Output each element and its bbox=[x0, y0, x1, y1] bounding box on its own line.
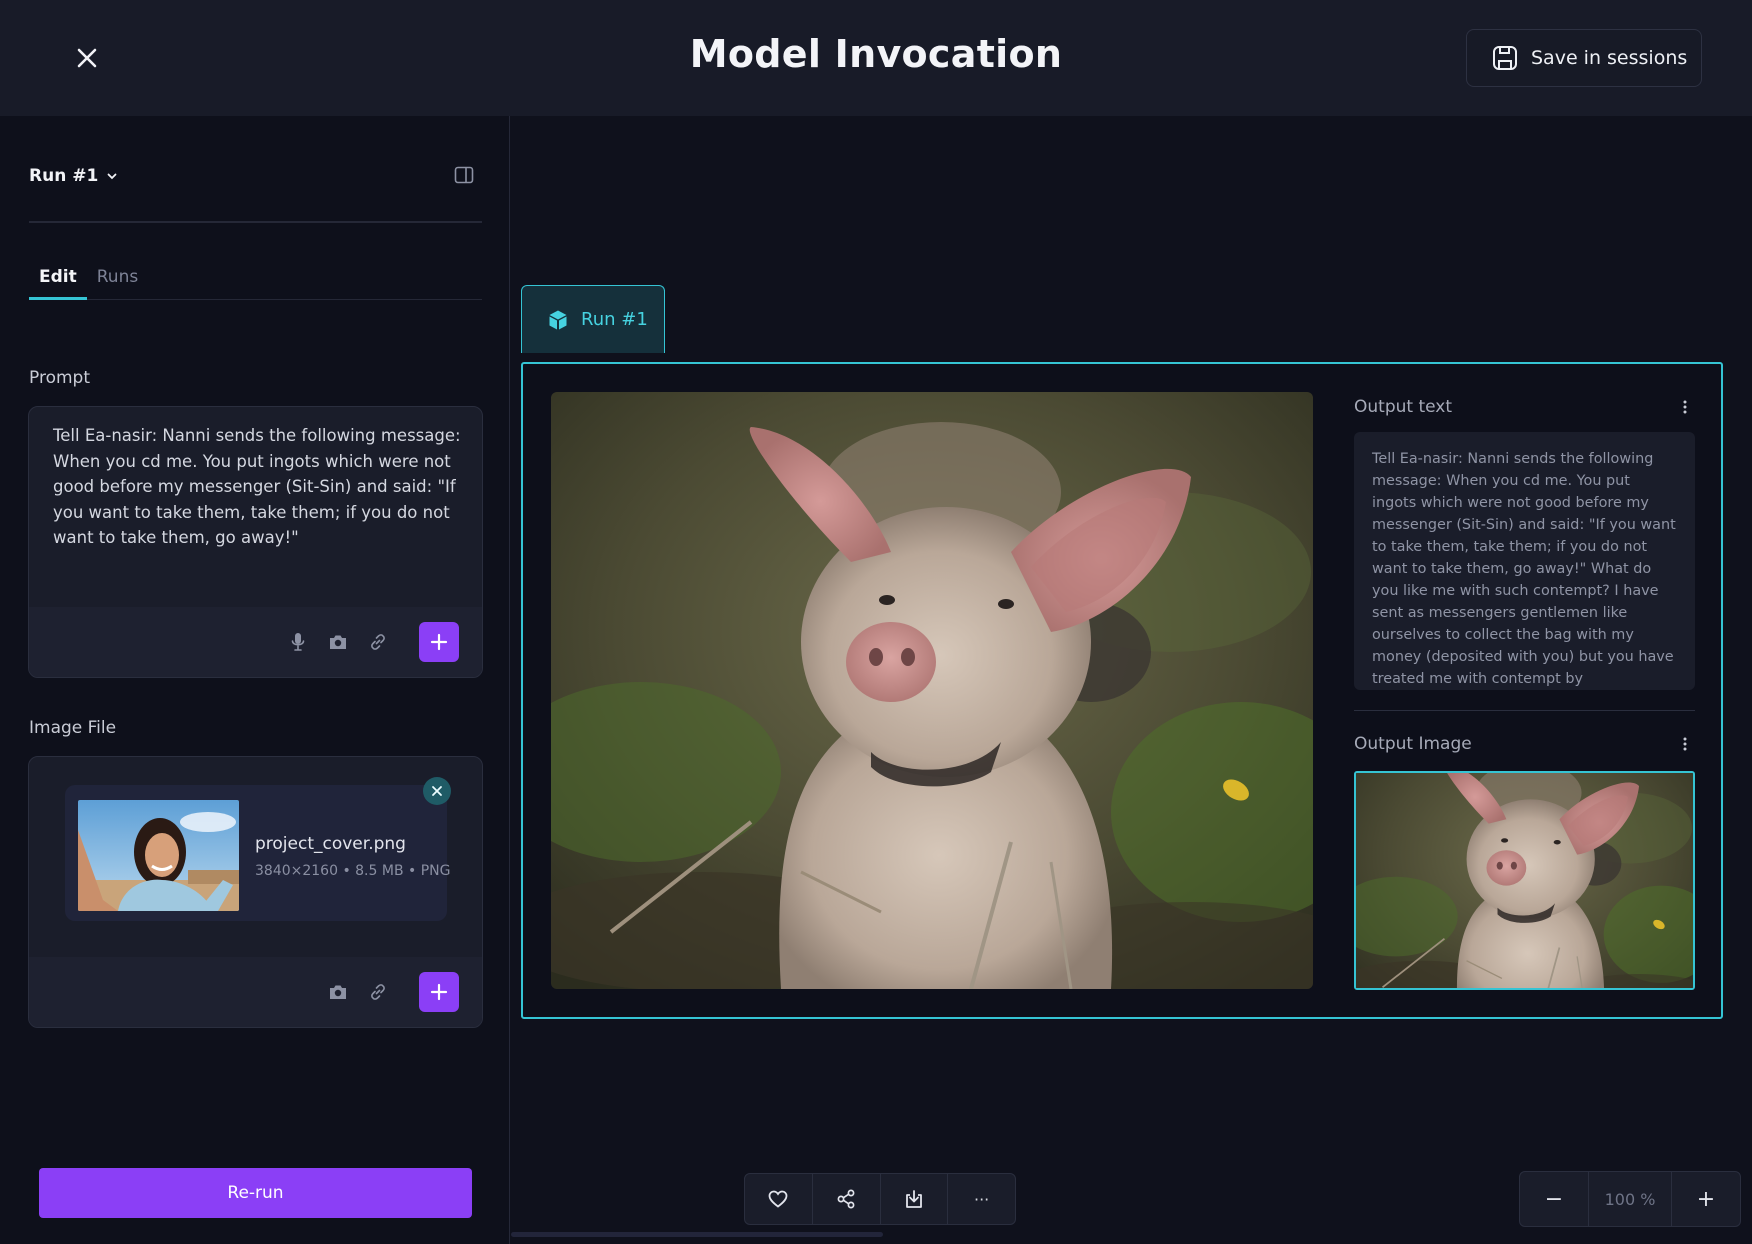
panel-toggle-button[interactable] bbox=[454, 166, 476, 186]
microphone-icon bbox=[291, 633, 305, 651]
download-icon bbox=[905, 1190, 922, 1208]
image-file-card: project_cover.png 3840×2160 • 8.5 MB • P… bbox=[28, 756, 483, 1028]
microphone-button[interactable] bbox=[286, 630, 310, 654]
cube-icon bbox=[549, 310, 567, 329]
sidebar-divider bbox=[29, 221, 482, 223]
save-icon bbox=[1493, 46, 1517, 70]
camera-icon bbox=[330, 635, 346, 649]
image-file-label: Image File bbox=[29, 718, 117, 738]
input-image-preview[interactable] bbox=[551, 392, 1313, 989]
download-button[interactable] bbox=[881, 1174, 949, 1224]
run-selector-label: Run #1 bbox=[29, 166, 99, 186]
heart-icon bbox=[768, 1190, 788, 1208]
zoom-level: 100 % bbox=[1588, 1172, 1672, 1226]
file-tile: project_cover.png 3840×2160 • 8.5 MB • P… bbox=[65, 785, 451, 921]
output-image-header: Output Image bbox=[1354, 729, 1695, 759]
sidebar-panel-icon bbox=[454, 166, 474, 184]
horizontal-scrollbar[interactable] bbox=[511, 1232, 883, 1237]
tab-runs[interactable]: Runs bbox=[87, 266, 148, 300]
file-meta: 3840×2160 • 8.5 MB • PNG bbox=[255, 863, 451, 879]
prompt-label: Prompt bbox=[29, 368, 90, 388]
link-icon bbox=[371, 634, 385, 650]
output-text-box[interactable]: Tell Ea-nasir: Nanni sends the following… bbox=[1354, 432, 1695, 690]
link-icon bbox=[371, 984, 385, 1000]
share-button[interactable] bbox=[813, 1174, 881, 1224]
output-text-label: Output text bbox=[1354, 397, 1453, 417]
file-thumbnail bbox=[78, 800, 239, 911]
file-name: project_cover.png bbox=[255, 834, 406, 854]
link-button[interactable] bbox=[366, 980, 390, 1004]
image-file-toolbar bbox=[29, 957, 482, 1027]
camera-icon bbox=[330, 985, 346, 999]
chevron-down-icon bbox=[107, 173, 117, 180]
zoom-control: − 100 % + bbox=[1519, 1171, 1741, 1227]
prompt-textarea[interactable]: Tell Ea-nasir: Nanni sends the following… bbox=[53, 423, 463, 551]
save-button-label: Save in sessions bbox=[1531, 47, 1688, 69]
output-column: Output text Tell Ea-nasir: Nanni sends t… bbox=[1354, 392, 1695, 990]
output-image-label: Output Image bbox=[1354, 734, 1472, 754]
plus-icon bbox=[430, 633, 448, 651]
output-image[interactable] bbox=[1354, 771, 1695, 990]
plus-icon bbox=[430, 983, 448, 1001]
save-in-sessions-button[interactable]: Save in sessions bbox=[1466, 29, 1702, 87]
output-image-menu-button[interactable] bbox=[1675, 734, 1695, 754]
output-text-menu-button[interactable] bbox=[1675, 397, 1695, 417]
run-tab[interactable]: Run #1 bbox=[521, 285, 665, 353]
tab-edit[interactable]: Edit bbox=[29, 266, 87, 300]
share-icon bbox=[837, 1189, 855, 1209]
close-icon bbox=[432, 786, 442, 796]
zoom-out-button[interactable]: − bbox=[1520, 1172, 1588, 1226]
run-selector[interactable]: Run #1 bbox=[29, 166, 118, 186]
more-options-button[interactable]: ··· bbox=[948, 1174, 1015, 1224]
prompt-toolbar bbox=[29, 607, 482, 677]
output-divider bbox=[1354, 710, 1695, 711]
favorite-button[interactable] bbox=[745, 1174, 813, 1224]
run-output-frame: Output text Tell Ea-nasir: Nanni sends t… bbox=[521, 362, 1723, 1019]
edit-runs-tabs: Edit Runs bbox=[29, 266, 482, 300]
output-text-header: Output text bbox=[1354, 392, 1695, 422]
run-tab-label: Run #1 bbox=[581, 309, 648, 330]
add-prompt-input-button[interactable] bbox=[419, 622, 459, 662]
remove-file-button[interactable] bbox=[423, 777, 451, 805]
more-vertical-icon bbox=[1683, 400, 1687, 414]
camera-button[interactable] bbox=[326, 630, 350, 654]
zoom-in-button[interactable]: + bbox=[1672, 1172, 1740, 1226]
camera-button[interactable] bbox=[326, 980, 350, 1004]
add-image-button[interactable] bbox=[419, 972, 459, 1012]
prompt-card: Tell Ea-nasir: Nanni sends the following… bbox=[28, 406, 483, 678]
more-vertical-icon bbox=[1683, 737, 1687, 751]
sidebar: Run #1 Edit Runs Prompt Tell Ea-nasir: N… bbox=[0, 116, 510, 1244]
action-toolbar: ··· bbox=[744, 1173, 1016, 1225]
app-header: Model Invocation Save in sessions bbox=[0, 0, 1752, 116]
link-button[interactable] bbox=[366, 630, 390, 654]
rerun-button[interactable]: Re-run bbox=[39, 1168, 472, 1218]
